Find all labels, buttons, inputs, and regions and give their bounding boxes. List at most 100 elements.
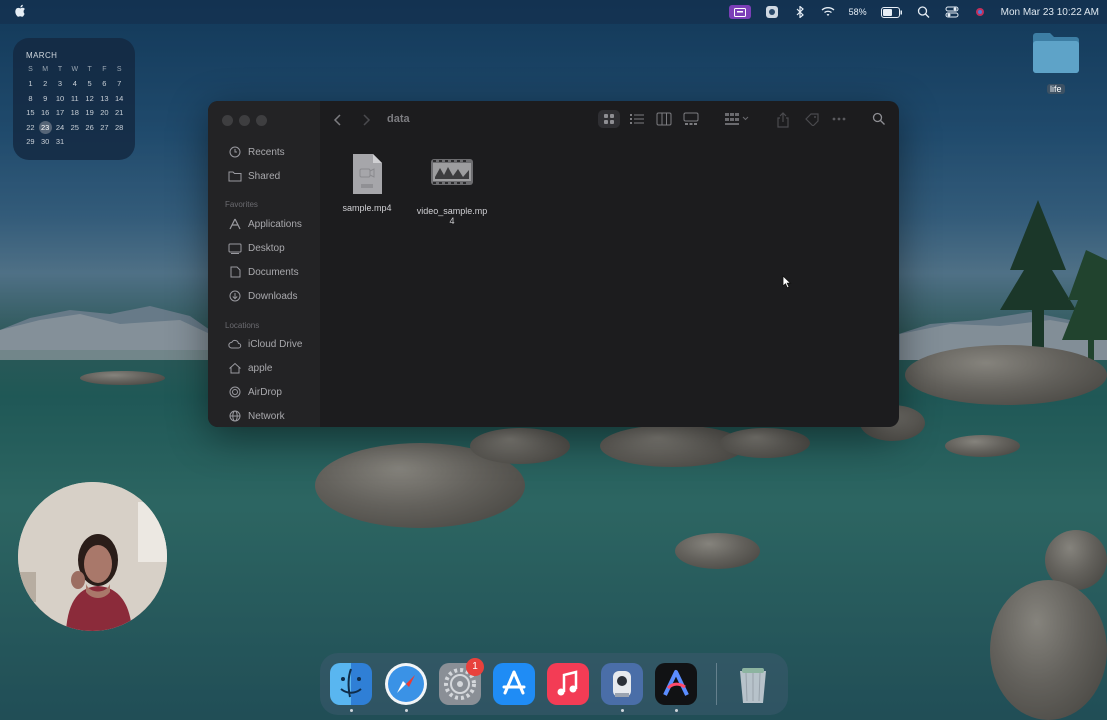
person-silhouette — [18, 482, 167, 631]
dock-app-store[interactable] — [493, 663, 535, 705]
calendar-today-label: 23 — [38, 120, 52, 134]
file-name-line-1: video_sample.mp — [416, 206, 488, 216]
minimize-button[interactable] — [239, 115, 250, 126]
sidebar-item-network[interactable]: Network — [228, 407, 285, 425]
forward-icon[interactable] — [361, 113, 371, 127]
calendar-day: 15 — [26, 108, 35, 118]
calendar-day: 11 — [70, 93, 79, 103]
notification-badge: 1 — [466, 658, 484, 676]
dock-safari[interactable] — [385, 663, 427, 705]
search-icon[interactable] — [872, 112, 886, 126]
calendar-day: 19 — [85, 108, 94, 118]
sidebar-item-downloads[interactable]: Downloads — [228, 287, 297, 305]
battery-percent: 58% — [848, 7, 867, 17]
recorder-icon — [613, 671, 631, 697]
calendar-day: 24 — [55, 122, 65, 132]
list-view-icon[interactable] — [629, 112, 645, 126]
file-item-video-sample[interactable]: video_sample.mp 4 — [412, 159, 492, 226]
calendar-day: 22 — [26, 122, 35, 132]
calendar-month: MARCH — [26, 51, 58, 60]
sidebar-item-label: Downloads — [248, 290, 298, 302]
close-button[interactable] — [222, 115, 233, 126]
sidebar-item-shared[interactable]: Shared — [228, 167, 280, 185]
calendar-day: 16 — [41, 108, 50, 118]
battery-icon[interactable] — [880, 6, 903, 18]
more-actions-icon[interactable] — [832, 117, 846, 121]
wifi-icon[interactable] — [821, 6, 835, 18]
webcam-overlay[interactable] — [18, 482, 167, 631]
weekday-label: M — [42, 65, 49, 73]
calendar-widget[interactable]: MARCH S M T W T F S 1 2 3 4 5 6 7 8 9 10… — [13, 38, 135, 160]
sidebar-item-airdrop[interactable]: AirDrop — [228, 383, 282, 401]
desktop-folder-life[interactable]: life — [1031, 30, 1083, 94]
sidebar-item-applications[interactable]: Applications — [228, 215, 302, 233]
dock-music[interactable] — [547, 663, 589, 705]
control-center-icon[interactable] — [945, 6, 959, 18]
download-icon — [229, 290, 241, 302]
calendar-day: 17 — [55, 108, 65, 118]
apple-logo-icon[interactable] — [14, 4, 26, 18]
finder-face-icon — [340, 668, 362, 698]
dock-screen-recorder[interactable] — [601, 663, 643, 705]
calendar-day: 28 — [115, 122, 124, 132]
icon-view-icon[interactable] — [598, 110, 620, 128]
sidebar-item-label: Recents — [248, 146, 285, 158]
video-thumbnail-icon — [431, 159, 473, 185]
airdrop-icon — [229, 386, 241, 398]
arc-logo-icon — [663, 670, 689, 696]
weekday-label: W — [71, 65, 79, 73]
screen-recorder-menu-icon[interactable] — [728, 5, 751, 19]
calendar-day: 25 — [70, 122, 79, 132]
bluetooth-icon[interactable] — [793, 6, 807, 18]
sidebar-item-documents[interactable]: Documents — [228, 263, 299, 281]
weekday-label: S — [116, 65, 122, 73]
calendar-day: 18 — [70, 108, 79, 118]
calendar-day: 26 — [85, 122, 94, 132]
window-title: data — [387, 113, 410, 125]
siri-icon[interactable] — [973, 6, 987, 18]
zoom-button[interactable] — [256, 115, 267, 126]
back-icon[interactable] — [333, 113, 343, 127]
applications-icon — [229, 218, 241, 230]
sidebar-item-label: Shared — [248, 170, 281, 182]
sidebar-item-label: iCloud Drive — [248, 338, 303, 350]
calendar-day: 31 — [55, 137, 65, 147]
dock-trash[interactable] — [732, 663, 774, 705]
sidebar-item-apple[interactable]: apple — [228, 359, 272, 377]
calendar-day: 30 — [41, 137, 50, 147]
running-indicator — [621, 709, 624, 712]
dock — [320, 653, 788, 715]
spotlight-search-icon[interactable] — [917, 6, 931, 18]
app-store-icon — [502, 670, 526, 695]
network-icon — [229, 410, 241, 422]
group-by-icon[interactable] — [724, 112, 750, 126]
sidebar-item-label: apple — [248, 362, 273, 374]
home-icon — [229, 362, 241, 374]
sidebar-item-icloud-drive[interactable]: iCloud Drive — [228, 335, 302, 353]
sidebar-section-favorites: Favorites — [225, 200, 258, 209]
weekday-label: T — [87, 65, 92, 73]
dock-finder[interactable] — [330, 663, 372, 705]
tag-icon[interactable] — [804, 112, 820, 126]
column-view-icon[interactable] — [656, 112, 672, 126]
file-name-line-2: 4 — [449, 216, 455, 226]
sidebar-item-label: Documents — [248, 266, 299, 278]
sidebar-item-label: Network — [248, 410, 285, 422]
compass-icon — [388, 666, 424, 702]
app-menu-icon[interactable] — [765, 6, 779, 18]
sidebar-item-recents[interactable]: Recents — [228, 143, 285, 161]
finder-window[interactable]: data Recents Shared Favorites Applicatio… — [208, 101, 899, 427]
finder-toolbar: data — [208, 101, 899, 139]
menu-clock[interactable]: Mon Mar 23 10:22 AM — [1001, 7, 1099, 18]
sidebar-item-desktop[interactable]: Desktop — [228, 239, 285, 257]
calendar-day: 14 — [115, 93, 124, 103]
dock-divider — [716, 663, 717, 705]
dock-arc[interactable] — [655, 663, 697, 705]
gallery-view-icon[interactable] — [683, 112, 699, 126]
file-name: sample.mp4 — [342, 203, 392, 213]
calendar-day: 7 — [117, 79, 122, 89]
running-indicator — [405, 709, 408, 712]
file-item-sample[interactable]: sample.mp4 — [334, 153, 400, 213]
share-icon[interactable] — [776, 112, 790, 128]
video-file-icon — [353, 154, 382, 194]
